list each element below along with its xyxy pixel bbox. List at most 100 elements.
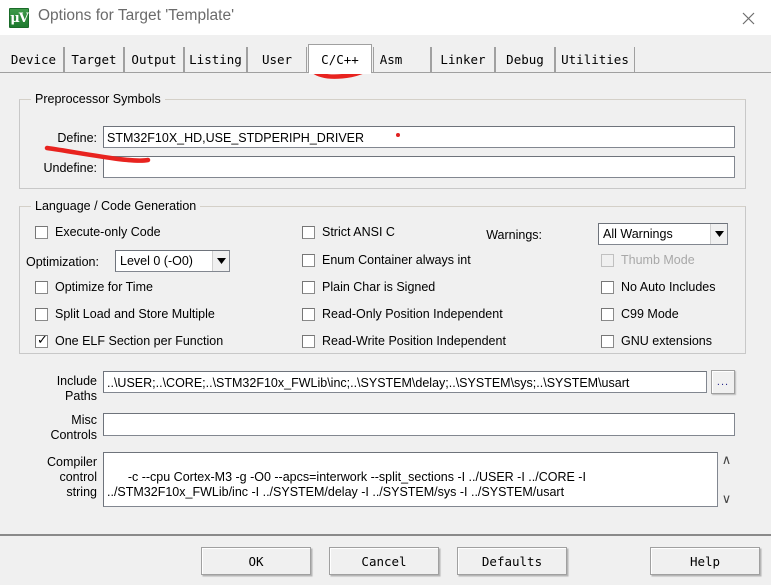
tab-active-mask (309, 72, 371, 74)
tab-output-label: Output (131, 52, 177, 67)
checkbox-optimize-for-time-label: Optimize for Time (55, 280, 153, 294)
checkbox-optimize-for-time[interactable]: Optimize for Time (35, 280, 153, 294)
cancel-button[interactable]: Cancel (329, 547, 439, 575)
checkbox-enum-container-always-int-box (302, 253, 315, 267)
undefine-label: Undefine: (43, 161, 97, 175)
optimization-select-value: Level 0 (-O0) (120, 254, 193, 268)
checkbox-optimize-for-time-box (35, 280, 48, 294)
checkbox-enum-container-always-int[interactable]: Enum Container always int (302, 253, 471, 267)
tab-c-cpp[interactable]: C/C++ (308, 44, 372, 73)
defaults-button-label: Defaults (481, 553, 543, 569)
defaults-button[interactable]: Defaults (457, 547, 567, 575)
warnings-label: Warnings: (486, 228, 542, 242)
check-icon: ✓ (37, 332, 48, 348)
checkbox-split-load-and-store-multiple[interactable]: Split Load and Store Multiple (35, 307, 215, 321)
compiler-control-string-scrollbar[interactable]: ∧ ∨ (718, 453, 735, 506)
checkbox-one-elf-section-per-function[interactable]: ✓ One ELF Section per Function (35, 334, 223, 348)
warnings-select[interactable]: All Warnings (598, 223, 728, 245)
tab-device[interactable]: Device (4, 47, 64, 72)
checkbox-strict-ansi-c-box (302, 225, 315, 239)
tab-linker-label: Linker (440, 52, 486, 67)
checkbox-gnu-extensions[interactable]: GNU extensions (601, 334, 712, 348)
checkbox-plain-char-is-signed-label: Plain Char is Signed (322, 280, 436, 294)
c-cpp-panel: Preprocessor Symbols Define: STM32F10X_H… (0, 73, 771, 536)
keil-uvision-icon: μV (9, 8, 29, 28)
tab-asm-label: Asm (379, 52, 403, 67)
checkbox-read-write-position-independent-label: Read-Write Position Independent (322, 334, 506, 348)
title-bar: μV Options for Target 'Template' (0, 0, 771, 36)
checkbox-strict-ansi-c[interactable]: Strict ANSI C (302, 225, 395, 239)
chevron-down-icon-warnings[interactable] (710, 224, 727, 244)
chevron-down-icon[interactable] (212, 251, 229, 271)
compiler-control-string-label-line1: Compiler (46, 455, 97, 469)
tab-linker[interactable]: Linker (431, 47, 495, 72)
checkbox-c99-mode-box (601, 307, 614, 321)
define-input[interactable]: STM32F10X_HD,USE_STDPERIPH_DRIVER (103, 126, 735, 148)
keil-uvision-icon-glyph: μV (10, 10, 29, 26)
tab-user-label: User (261, 52, 293, 67)
checkbox-read-write-position-independent-box (302, 334, 315, 348)
include-paths-browse-button[interactable]: ... (711, 370, 735, 394)
misc-controls-input[interactable] (103, 413, 735, 436)
tab-listing-label: Listing (189, 52, 242, 67)
checkbox-execute-only-code-label: Execute-only Code (55, 225, 161, 239)
help-button-label: Help (689, 553, 721, 569)
define-modified-marker (396, 133, 400, 137)
language-code-generation-title: Language / Code Generation (31, 199, 201, 213)
ok-button[interactable]: OK (201, 547, 311, 575)
checkbox-no-auto-includes[interactable]: No Auto Includes (601, 280, 716, 294)
checkbox-plain-char-is-signed-box (302, 280, 315, 294)
checkbox-gnu-extensions-box (601, 334, 614, 348)
options-dialog: μV Options for Target 'Template' Device … (0, 0, 771, 585)
close-button[interactable] (725, 0, 771, 36)
checkbox-plain-char-is-signed[interactable]: Plain Char is Signed (302, 280, 435, 294)
close-icon (742, 12, 754, 24)
checkbox-read-only-position-independent[interactable]: Read-Only Position Independent (302, 307, 503, 321)
checkbox-no-auto-includes-label: No Auto Includes (621, 280, 716, 294)
undefine-input[interactable] (103, 156, 735, 178)
warnings-select-value: All Warnings (603, 227, 673, 241)
checkbox-read-write-position-independent[interactable]: Read-Write Position Independent (302, 334, 506, 348)
compiler-control-string-value: -c --cpu Cortex-M3 -g -O0 --apcs=interwo… (107, 470, 590, 499)
checkbox-gnu-extensions-label: GNU extensions (621, 334, 713, 348)
checkbox-execute-only-code[interactable]: Execute-only Code (35, 225, 161, 239)
checkbox-read-only-position-independent-label: Read-Only Position Independent (322, 307, 503, 321)
misc-controls-label-line1: Misc (71, 413, 97, 427)
chevron-up-icon[interactable]: ∧ (722, 453, 732, 467)
compiler-control-string-label-line2: control (59, 470, 97, 484)
chevron-down-icon-scroll[interactable]: ∨ (722, 492, 732, 506)
preprocessor-symbols-title: Preprocessor Symbols (31, 92, 165, 106)
define-input-value: STM32F10X_HD,USE_STDPERIPH_DRIVER (107, 130, 365, 145)
include-paths-value: ..\USER;..\CORE;..\STM32F10x_FWLib\inc;.… (107, 375, 630, 390)
tab-utilities-label: Utilities (561, 52, 629, 67)
tab-utilities[interactable]: Utilities (555, 47, 635, 72)
include-paths-input[interactable]: ..\USER;..\CORE;..\STM32F10x_FWLib\inc;.… (103, 371, 707, 393)
tab-output[interactable]: Output (124, 47, 184, 72)
tab-target-label: Target (71, 52, 117, 67)
cancel-button-label: Cancel (361, 553, 407, 569)
misc-controls-label-line2: Controls (50, 428, 97, 442)
help-button[interactable]: Help (650, 547, 760, 575)
checkbox-thumb-mode: Thumb Mode (601, 253, 695, 267)
checkbox-split-load-and-store-multiple-label: Split Load and Store Multiple (55, 307, 215, 321)
compiler-control-string-label-line3: string (66, 485, 97, 499)
checkbox-no-auto-includes-box (601, 280, 614, 294)
include-paths-browse-label: ... (716, 376, 730, 388)
checkbox-enum-container-always-int-label: Enum Container always int (322, 253, 471, 267)
tab-debug-label: Debug (506, 52, 544, 67)
checkbox-thumb-mode-label: Thumb Mode (621, 253, 695, 267)
tab-user[interactable]: User (247, 47, 307, 72)
checkbox-split-load-and-store-multiple-box (35, 307, 48, 321)
dialog-button-bar: OK Cancel Defaults Help (0, 538, 771, 585)
tab-debug[interactable]: Debug (495, 47, 555, 72)
compiler-control-string-textarea[interactable]: -c --cpu Cortex-M3 -g -O0 --apcs=interwo… (103, 452, 718, 507)
checkbox-c99-mode[interactable]: C99 Mode (601, 307, 679, 321)
checkbox-one-elf-section-per-function-label: One ELF Section per Function (55, 334, 224, 348)
optimization-select[interactable]: Level 0 (-O0) (115, 250, 230, 272)
optimization-label: Optimization: (26, 255, 99, 269)
checkbox-one-elf-section-per-function-box: ✓ (35, 332, 48, 348)
ok-button-label: OK (248, 553, 264, 569)
tab-listing[interactable]: Listing (184, 47, 247, 72)
tab-asm[interactable]: Asm (373, 47, 431, 72)
tab-target[interactable]: Target (64, 47, 124, 72)
